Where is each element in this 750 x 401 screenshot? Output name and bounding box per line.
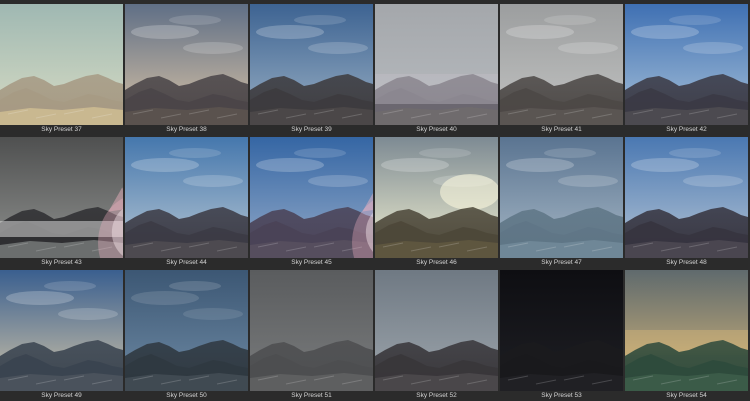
- sky-preset-thumbnail: [0, 4, 123, 125]
- sky-preset-thumbnail: [250, 4, 373, 125]
- sky-preset-label: Sky Preset 46: [416, 259, 457, 266]
- sky-preset-label: Sky Preset 40: [416, 126, 457, 133]
- sky-preset-label: Sky Preset 38: [166, 126, 207, 133]
- sky-preset-label: Sky Preset 52: [416, 392, 457, 399]
- sky-preset-label: Sky Preset 48: [666, 259, 707, 266]
- sky-preset-label: Sky Preset 51: [291, 392, 332, 399]
- sky-preset-tile[interactable]: Sky Preset 54: [625, 270, 748, 401]
- sky-preset-label: Sky Preset 54: [666, 392, 707, 399]
- sky-preset-thumbnail: [0, 270, 123, 391]
- sky-preset-tile[interactable]: Sky Preset 37: [0, 4, 123, 135]
- sky-preset-thumbnail: [0, 137, 123, 258]
- sky-preset-tile[interactable]: Sky Preset 46: [375, 137, 498, 268]
- sky-preset-tile[interactable]: Sky Preset 51: [250, 270, 373, 401]
- sky-preset-label: Sky Preset 45: [291, 259, 332, 266]
- sky-preset-tile[interactable]: Sky Preset 47: [500, 137, 623, 268]
- sky-preset-tile[interactable]: Sky Preset 44: [125, 137, 248, 268]
- sky-preset-thumbnail: [625, 270, 748, 391]
- sky-preset-thumbnail: [500, 137, 623, 258]
- sky-preset-tile[interactable]: Sky Preset 50: [125, 270, 248, 401]
- sky-preset-tile[interactable]: Sky Preset 40: [375, 4, 498, 135]
- anime-character-watermark-icon: [332, 177, 373, 258]
- sky-preset-thumbnail: [125, 270, 248, 391]
- sky-preset-tile[interactable]: Sky Preset 41: [500, 4, 623, 135]
- sky-preset-label: Sky Preset 44: [166, 259, 207, 266]
- sky-preset-tile[interactable]: Sky Preset 49: [0, 270, 123, 401]
- sky-preset-grid: Sky Preset 37 Sky Preset 38 Sky Preset 39 S…: [0, 4, 750, 401]
- anime-character-watermark-icon: [78, 177, 123, 258]
- sky-preset-tile[interactable]: Sky Preset 38: [125, 4, 248, 135]
- sky-preset-tile[interactable]: Sky Preset 48: [625, 137, 748, 268]
- sky-preset-label: Sky Preset 39: [291, 126, 332, 133]
- sky-preset-label: Sky Preset 43: [41, 259, 82, 266]
- sky-preset-tile[interactable]: Sky Preset 39: [250, 4, 373, 135]
- sky-preset-label: Sky Preset 37: [41, 126, 82, 133]
- sky-preset-label: Sky Preset 47: [541, 259, 582, 266]
- sky-preset-tile[interactable]: Sky Preset 45: [250, 137, 373, 268]
- sky-preset-label: Sky Preset 49: [41, 392, 82, 399]
- sky-preset-tile[interactable]: Sky Preset 53: [500, 270, 623, 401]
- sky-preset-thumbnail: [375, 4, 498, 125]
- sky-preset-thumbnail: [625, 137, 748, 258]
- sky-preset-tile[interactable]: Sky Preset 43: [0, 137, 123, 268]
- sky-preset-thumbnail: [250, 137, 373, 258]
- sky-preset-thumbnail: [375, 270, 498, 391]
- sky-preset-thumbnail: [250, 270, 373, 391]
- sky-preset-thumbnail: [500, 4, 623, 125]
- sky-preset-label: Sky Preset 42: [666, 126, 707, 133]
- sky-preset-label: Sky Preset 41: [541, 126, 582, 133]
- sky-preset-thumbnail: [625, 4, 748, 125]
- sky-preset-label: Sky Preset 53: [541, 392, 582, 399]
- sky-preset-thumbnail: [500, 270, 623, 391]
- sky-preset-tile[interactable]: Sky Preset 42: [625, 4, 748, 135]
- sky-preset-thumbnail: [375, 137, 498, 258]
- sky-preset-label: Sky Preset 50: [166, 392, 207, 399]
- sky-preset-tile[interactable]: Sky Preset 52: [375, 270, 498, 401]
- sky-preset-thumbnail: [125, 137, 248, 258]
- sky-preset-thumbnail: [125, 4, 248, 125]
